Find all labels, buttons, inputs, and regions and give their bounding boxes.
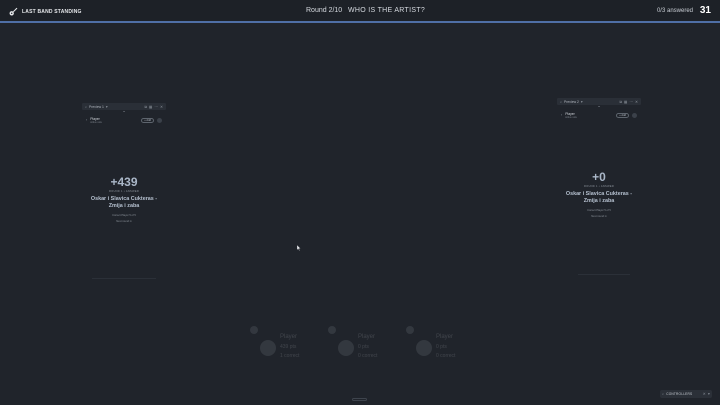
back-icon[interactable]: ‹ <box>561 113 562 117</box>
bottom-handle[interactable] <box>352 398 367 401</box>
close-icon[interactable]: ✕ <box>635 100 638 104</box>
more-icon[interactable]: ⋯ <box>154 105 158 109</box>
avatar <box>338 340 354 356</box>
search-icon[interactable]: ⌕ <box>560 100 562 104</box>
gamepad-icon: ⌕ <box>662 392 665 396</box>
rank-badge <box>328 326 336 334</box>
player-correct: 0 correct <box>436 353 456 359</box>
divider <box>92 278 156 279</box>
avatar[interactable] <box>632 112 637 118</box>
player-name: Player <box>436 334 454 340</box>
controllers-button[interactable]: ⌕ CONTROLLERS ✕ ▾ <box>660 390 712 398</box>
copy-icon[interactable]: ⧉ <box>144 105 147 109</box>
song-line-1: Oskar i Slavica Cukteras - <box>90 196 158 202</box>
preview-player-row: ‹ Player Active now + Add <box>86 115 162 125</box>
song-line-1: Oskar i Slavica Cukteras - <box>565 191 633 197</box>
guitar-icon <box>9 7 18 16</box>
logo-text: Last Band Standing <box>22 8 82 15</box>
score-value: +0 <box>592 170 606 184</box>
rank-badge <box>250 326 258 334</box>
preview-title: Preview 2 <box>564 99 579 104</box>
avatar[interactable] <box>157 117 162 123</box>
grid-icon[interactable]: ▦ <box>624 100 627 104</box>
close-icon[interactable]: ✕ <box>703 392 706 396</box>
preview-player-row: ‹ Player Active now + Add <box>561 110 637 120</box>
score-subtitle: ROUND 1 • ANSWER <box>583 185 615 188</box>
grid-icon[interactable]: ▦ <box>149 105 152 109</box>
more-icon[interactable]: ⋯ <box>629 100 633 104</box>
countdown-timer: 31 <box>699 5 711 16</box>
player-correct: 1 correct <box>280 353 300 359</box>
preview-toolbar: ⌕ Preview 1 ▾ ⧉ ▦ ⋯ ✕ <box>82 103 166 110</box>
player-scores: Player 439 pts 1 correct Player 0 pts 0 … <box>250 326 470 370</box>
player-card: Player 439 pts 1 correct <box>250 326 310 362</box>
player-status: Active now <box>90 120 102 124</box>
next-round-note: Next round in <box>116 220 132 223</box>
top-bar: Last Band Standing Round 2/10 WHO IS THE… <box>0 0 720 23</box>
add-button[interactable]: + Add <box>616 112 629 118</box>
preview-panel-2: ⌕ Preview 2 ▾ ⧉ ▦ ⋯ ✕ ⌃ ‹ Player Active … <box>557 98 641 120</box>
mouse-cursor-icon <box>297 245 301 251</box>
player-card: Player 0 pts 0 correct <box>406 326 466 362</box>
back-icon[interactable]: ‹ <box>86 118 87 122</box>
chevron-down-icon[interactable]: ▾ <box>581 100 583 104</box>
next-round-note: Next round in <box>591 215 607 218</box>
preview-title: Preview 1 <box>89 104 104 109</box>
score-panel-2: +0 ROUND 1 • ANSWER Oskar i Slavica Cukt… <box>555 170 643 218</box>
divider <box>578 274 630 275</box>
logo[interactable]: Last Band Standing <box>9 7 82 16</box>
rank-badge <box>406 326 414 334</box>
add-button[interactable]: + Add <box>141 117 154 123</box>
round-indicator: Round 2/10 <box>306 7 343 14</box>
score-subtitle: ROUND 1 • ANSWER <box>108 190 140 193</box>
preview-panel-1: ⌕ Preview 1 ▾ ⧉ ▦ ⋯ ✕ ⌃ ‹ Player Active … <box>82 103 166 125</box>
player-card: Player 0 pts 0 correct <box>328 326 388 362</box>
score-panel-1: +439 ROUND 1 • ANSWER Oskar i Slavica Cu… <box>80 175 168 223</box>
song-title: Oskar i Slavica Cukteras - Zmija i zaba <box>555 191 643 205</box>
question-title: WHO IS THE ARTIST? <box>348 7 426 14</box>
score-value: +439 <box>110 175 138 189</box>
answered-count: 0/3 answered <box>656 8 693 14</box>
chevron-down-icon[interactable]: ▾ <box>708 392 710 396</box>
player-points: 439 pts <box>280 344 297 350</box>
player-points: 0 pts <box>358 344 369 350</box>
chevron-down-icon[interactable]: ▾ <box>106 105 108 109</box>
avatar <box>260 340 276 356</box>
preview-toolbar: ⌕ Preview 2 ▾ ⧉ ▦ ⋯ ✕ <box>557 98 641 105</box>
avatar <box>416 340 432 356</box>
search-icon[interactable]: ⌕ <box>85 105 87 109</box>
player-correct: 0 correct <box>358 353 378 359</box>
song-title: Oskar i Slavica Cukteras - Zmija i zaba <box>80 196 168 210</box>
copy-icon[interactable]: ⧉ <box>619 100 622 104</box>
song-line-2: Zmija i zaba <box>583 198 615 204</box>
controllers-label: CONTROLLERS <box>666 392 693 396</box>
player-points: 0 pts <box>436 344 447 350</box>
close-icon[interactable]: ✕ <box>160 105 163 109</box>
score-note: Correct Player 5 of 5 <box>112 214 136 217</box>
song-line-2: Zmija i zaba <box>108 203 140 209</box>
player-status: Active now <box>565 115 577 119</box>
player-name: Player <box>280 334 298 340</box>
player-name: Player <box>358 334 376 340</box>
score-note: Correct Player 5 of 5 <box>587 209 611 212</box>
